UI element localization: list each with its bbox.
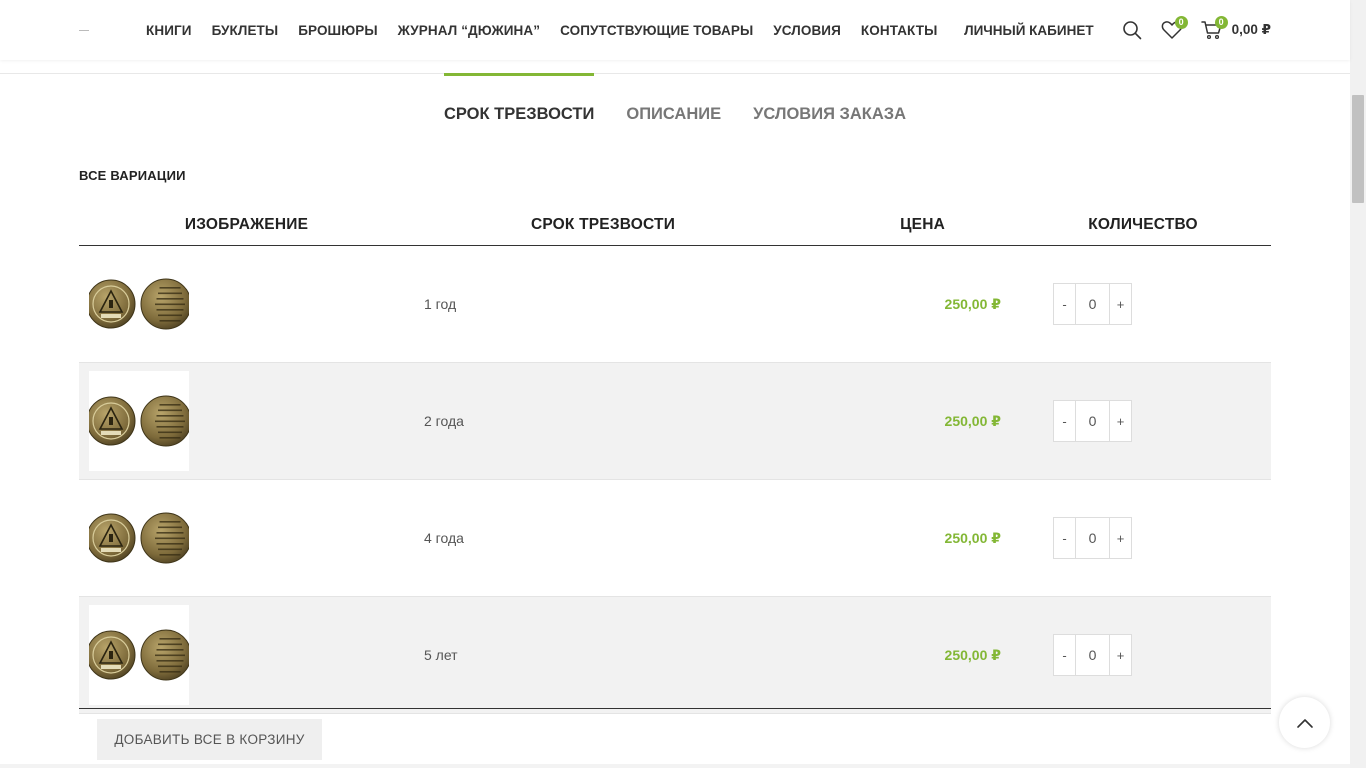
tab-order-terms[interactable]: УСЛОВИЯ ЗАКАЗА: [737, 73, 922, 133]
table-row: 1 год 250,00 ₽ - +: [79, 246, 1271, 363]
tab-sobriety-term[interactable]: СРОК ТРЕЗВОСТИ: [428, 73, 610, 133]
wishlist-count-badge: 0: [1174, 16, 1188, 29]
quantity-input[interactable]: [1076, 401, 1109, 441]
search-button[interactable]: [1112, 10, 1152, 50]
quantity-input[interactable]: [1076, 635, 1109, 675]
qty-minus-button[interactable]: -: [1054, 401, 1076, 441]
header-tools: ЛИЧНЫЙ КАБИНЕТ 0 0 0,00 ₽: [964, 0, 1271, 60]
variations-table: ИЗОБРАЖЕНИЕ СРОК ТРЕЗВОСТИ ЦЕНА КОЛИЧЕСТ…: [79, 205, 1271, 714]
nav-item-brochures[interactable]: БРОШЮРЫ: [298, 23, 377, 38]
product-image[interactable]: [89, 371, 189, 471]
nav-item-contacts[interactable]: КОНТАКТЫ: [861, 23, 937, 38]
nav-item-booklets[interactable]: БУКЛЕТЫ: [212, 23, 279, 38]
site-header: КНИГИ БУКЛЕТЫ БРОШЮРЫ ЖУРНАЛ “ДЮЖИНА” СО…: [0, 0, 1350, 60]
image-cell: [79, 246, 414, 362]
column-header-term: СРОК ТРЕЗВОСТИ: [530, 216, 676, 233]
search-icon: [1122, 21, 1141, 40]
qty-minus-button[interactable]: -: [1054, 635, 1076, 675]
column-header-image: ИЗОБРАЖЕНИЕ: [184, 216, 309, 233]
logo[interactable]: [79, 30, 89, 31]
nav-item-terms[interactable]: УСЛОВИЯ: [773, 23, 841, 38]
quantity-stepper: - +: [1053, 400, 1132, 442]
page: КНИГИ БУКЛЕТЫ БРОШЮРЫ ЖУРНАЛ “ДЮЖИНА” СО…: [0, 0, 1366, 768]
image-cell: [79, 480, 414, 596]
nav-item-books[interactable]: КНИГИ: [146, 23, 192, 38]
cart-button[interactable]: 0 0,00 ₽: [1192, 10, 1271, 50]
table-row: 5 лет 250,00 ₽ - +: [79, 597, 1271, 714]
image-cell: [79, 597, 414, 713]
qty-plus-button[interactable]: +: [1109, 284, 1131, 324]
term-cell: 2 года: [424, 413, 464, 429]
qty-minus-button[interactable]: -: [1054, 284, 1076, 324]
table-bottom-divider: [79, 708, 1271, 709]
column-header-quantity: КОЛИЧЕСТВО: [1088, 216, 1198, 233]
wishlist-button[interactable]: 0: [1152, 10, 1192, 50]
tab-description[interactable]: ОПИСАНИЕ: [610, 73, 737, 133]
price-cell: 250,00 ₽: [944, 529, 1001, 546]
qty-minus-button[interactable]: -: [1054, 518, 1076, 558]
cart-icon-wrap[interactable]: 0: [1192, 10, 1232, 50]
add-all-to-cart-button[interactable]: ДОБАВИТЬ ВСЕ В КОРЗИНУ: [97, 719, 322, 760]
product-image[interactable]: [89, 254, 189, 354]
product-image[interactable]: [89, 605, 189, 705]
table-row: 4 года 250,00 ₽ - +: [79, 480, 1271, 597]
cart-total[interactable]: 0,00 ₽: [1232, 22, 1271, 38]
nav-item-related-goods[interactable]: СОПУТСТВУЮЩИЕ ТОВАРЫ: [560, 23, 753, 38]
quantity-cell: - +: [1015, 480, 1271, 596]
quantity-cell: - +: [1015, 597, 1271, 713]
price-cell: 250,00 ₽: [944, 412, 1001, 429]
quantity-input[interactable]: [1076, 284, 1109, 324]
scrollbar[interactable]: [1350, 0, 1366, 768]
image-cell: [79, 363, 414, 479]
quantity-input[interactable]: [1076, 518, 1109, 558]
price-cell: 250,00 ₽: [944, 295, 1001, 312]
scrollbar-thumb[interactable]: [1352, 95, 1364, 203]
quantity-cell: - +: [1015, 363, 1271, 479]
nav-item-magazine[interactable]: ЖУРНАЛ “ДЮЖИНА”: [398, 23, 540, 38]
quantity-stepper: - +: [1053, 517, 1132, 559]
qty-plus-button[interactable]: +: [1109, 401, 1131, 441]
variations-title: ВСЕ ВАРИАЦИИ: [79, 168, 186, 183]
scroll-to-top-button[interactable]: [1279, 697, 1330, 748]
page-edge: [0, 764, 1350, 768]
quantity-stepper: - +: [1053, 634, 1132, 676]
product-image[interactable]: [89, 488, 189, 588]
qty-plus-button[interactable]: +: [1109, 518, 1131, 558]
chevron-up-icon: [1296, 718, 1313, 728]
price-cell: 250,00 ₽: [944, 646, 1001, 663]
cart-count-badge: 0: [1214, 16, 1228, 29]
term-cell: 1 год: [424, 296, 457, 312]
term-cell: 5 лет: [424, 647, 458, 663]
product-tabs: СРОК ТРЕЗВОСТИ ОПИСАНИЕ УСЛОВИЯ ЗАКАЗА: [0, 73, 1350, 133]
account-link[interactable]: ЛИЧНЫЙ КАБИНЕТ: [964, 23, 1093, 38]
term-cell: 4 года: [424, 530, 464, 546]
table-row: 2 года 250,00 ₽ - +: [79, 363, 1271, 480]
quantity-stepper: - +: [1053, 283, 1132, 325]
quantity-cell: - +: [1015, 246, 1271, 362]
column-header-price: ЦЕНА: [900, 216, 945, 233]
table-header: ИЗОБРАЖЕНИЕ СРОК ТРЕЗВОСТИ ЦЕНА КОЛИЧЕСТ…: [79, 205, 1271, 246]
qty-plus-button[interactable]: +: [1109, 635, 1131, 675]
main-nav: КНИГИ БУКЛЕТЫ БРОШЮРЫ ЖУРНАЛ “ДЮЖИНА” СО…: [146, 0, 937, 60]
